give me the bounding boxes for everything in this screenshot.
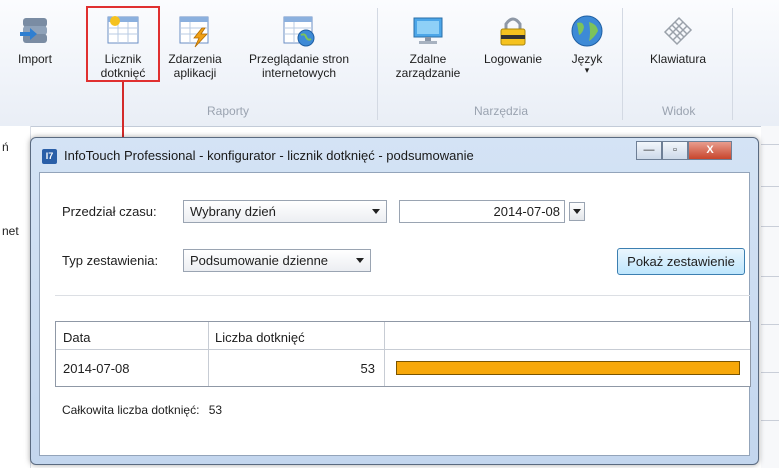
web-browsing-icon — [282, 14, 316, 48]
remote-management-button[interactable]: Zdalne zarządzanie — [393, 6, 463, 80]
chevron-down-icon — [372, 209, 380, 214]
dialog-title: InfoTouch Professional - konfigurator - … — [64, 148, 474, 163]
row-date: 2014-07-08 — [63, 361, 130, 376]
group-separator — [377, 8, 378, 120]
close-button[interactable]: X — [688, 141, 732, 160]
keyboard-label: Klawiatura — [649, 52, 707, 66]
language-button[interactable]: Język ▾ — [566, 6, 608, 75]
background-panel-right — [761, 126, 779, 468]
import-button[interactable]: Import — [10, 6, 60, 66]
total-value: 53 — [208, 403, 223, 417]
time-range-value: Wybrany dzień — [190, 204, 276, 219]
total-label: Całkowita liczba dotknięć: — [62, 403, 200, 417]
date-field[interactable]: 2014-07-08 — [399, 200, 565, 223]
background-text: net — [2, 224, 19, 238]
app-icon: I7 — [42, 149, 57, 164]
keyboard-icon — [661, 14, 695, 48]
chevron-down-icon — [573, 209, 581, 214]
date-picker-button[interactable] — [569, 202, 585, 221]
summary-type-select[interactable]: Podsumowanie dzienne — [183, 249, 371, 272]
maximize-button[interactable]: ▫ — [662, 141, 688, 160]
web-browsing-label-1: Przeglądanie stron — [248, 52, 350, 66]
web-browsing-button[interactable]: Przeglądanie stron internetowych — [229, 6, 369, 80]
app-events-icon — [178, 14, 212, 48]
remote-management-label-1: Zdalne — [409, 52, 447, 66]
group-label-reports: Raporty — [207, 104, 250, 118]
app-events-button[interactable]: Zdarzenia aplikacji — [164, 6, 226, 80]
logging-label: Logowanie — [483, 52, 543, 66]
web-browsing-label-2: internetowych — [261, 66, 337, 80]
background-panel: ń net — [0, 126, 31, 468]
group-label-tools: Narzędzia — [474, 104, 529, 118]
background-text: ń — [2, 140, 9, 154]
group-separator — [622, 8, 623, 120]
language-dropdown-icon: ▾ — [584, 65, 590, 75]
monitor-icon — [411, 14, 445, 48]
table-header-divider — [56, 349, 750, 350]
lock-icon — [496, 14, 530, 48]
group-separator — [732, 8, 733, 120]
column-header-date[interactable]: Data — [63, 330, 90, 345]
divider — [55, 295, 750, 296]
summary-type-value: Podsumowanie dzienne — [190, 253, 329, 268]
language-label: Język — [571, 52, 603, 66]
keyboard-button[interactable]: Klawiatura — [641, 6, 715, 66]
column-divider — [208, 322, 209, 386]
column-header-touch-count[interactable]: Liczba dotknięć — [215, 330, 305, 345]
highlight-box — [86, 6, 160, 82]
logging-button[interactable]: Logowanie — [478, 6, 548, 66]
minimize-button[interactable]: — — [636, 141, 662, 160]
column-divider — [384, 322, 385, 386]
app-events-label-2: aplikacji — [173, 66, 217, 80]
row-touch-count: 53 — [360, 361, 375, 376]
import-label: Import — [17, 52, 52, 66]
globe-icon — [570, 14, 604, 48]
group-label-view: Widok — [662, 104, 696, 118]
time-range-label: Przedział czasu: — [62, 204, 157, 219]
summary-table — [55, 321, 751, 387]
show-summary-button[interactable]: Pokaż zestawienie — [617, 248, 745, 275]
total-summary: Całkowita liczba dotknięć: 53 — [62, 403, 222, 417]
touch-count-bar — [396, 361, 740, 375]
chevron-down-icon — [356, 258, 364, 263]
summary-type-label: Typ zestawienia: — [62, 253, 159, 268]
app-events-label-1: Zdarzenia — [168, 52, 222, 66]
time-range-select[interactable]: Wybrany dzień — [183, 200, 387, 223]
remote-management-label-2: zarządzanie — [395, 66, 461, 80]
import-icon — [18, 14, 52, 48]
